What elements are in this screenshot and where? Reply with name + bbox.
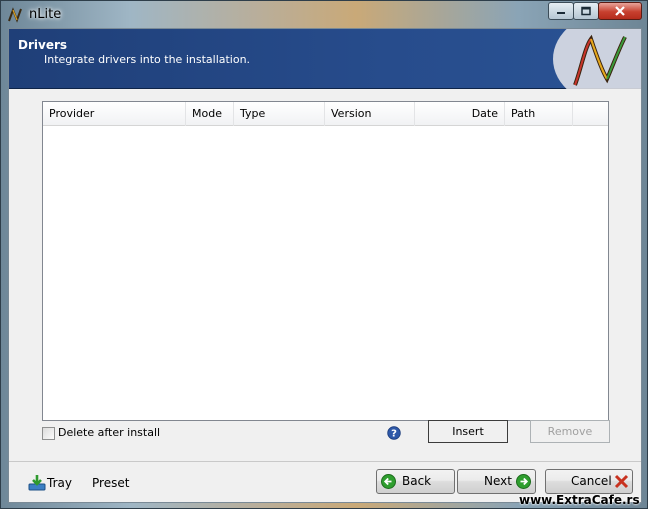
next-label: Next <box>484 474 512 488</box>
page-subtitle: Integrate drivers into the installation. <box>44 53 251 66</box>
close-button[interactable] <box>598 2 642 20</box>
help-icon[interactable]: ? <box>387 426 401 440</box>
title-bar[interactable]: nLite <box>1 1 648 29</box>
close-icon <box>615 6 625 16</box>
minimize-button[interactable] <box>548 2 574 20</box>
watermark-text: www.ExtraCafe.rs <box>519 493 640 507</box>
insert-button[interactable]: Insert <box>428 420 508 443</box>
preset-button[interactable]: Preset <box>92 476 129 490</box>
nlite-logo-icon <box>8 7 22 23</box>
column-header-version[interactable]: Version <box>325 102 415 126</box>
back-label: Back <box>402 474 432 488</box>
next-button[interactable]: Next <box>457 469 536 494</box>
column-header-mode[interactable]: Mode <box>186 102 234 126</box>
next-arrow-icon <box>516 474 531 489</box>
column-header-provider[interactable]: Provider <box>43 102 186 126</box>
minimize-icon <box>557 12 565 14</box>
column-header-type[interactable]: Type <box>234 102 325 126</box>
cancel-x-icon <box>614 474 629 489</box>
maximize-button[interactable] <box>573 2 599 20</box>
delete-after-install-checkbox[interactable] <box>42 427 55 440</box>
footer-divider <box>9 461 641 462</box>
column-header-path[interactable]: Path <box>505 102 573 126</box>
page-header: Drivers Integrate drivers into the insta… <box>9 29 641 89</box>
tray-label: Tray <box>47 476 72 490</box>
list-header: Provider Mode Type Version Date Path <box>43 102 608 126</box>
nlite-logo <box>545 29 641 89</box>
driver-list[interactable]: Provider Mode Type Version Date Path <box>42 101 609 421</box>
wizard-panel: Drivers Integrate drivers into the insta… <box>8 28 642 503</box>
window-title: nLite <box>29 7 62 22</box>
maximize-icon <box>581 6 591 16</box>
svg-text:?: ? <box>391 429 397 440</box>
cancel-label: Cancel <box>571 474 612 488</box>
cancel-button[interactable]: Cancel <box>545 469 633 494</box>
remove-button[interactable]: Remove <box>530 420 610 443</box>
column-header-date[interactable]: Date <box>415 102 505 126</box>
page-title: Drivers <box>18 38 68 52</box>
tray-download-icon <box>28 475 46 491</box>
delete-after-install-label: Delete after install <box>58 426 161 439</box>
back-arrow-icon <box>381 474 396 489</box>
back-button[interactable]: Back <box>376 469 455 494</box>
nlite-window: nLite Drivers Integrate drivers into the… <box>0 0 648 509</box>
